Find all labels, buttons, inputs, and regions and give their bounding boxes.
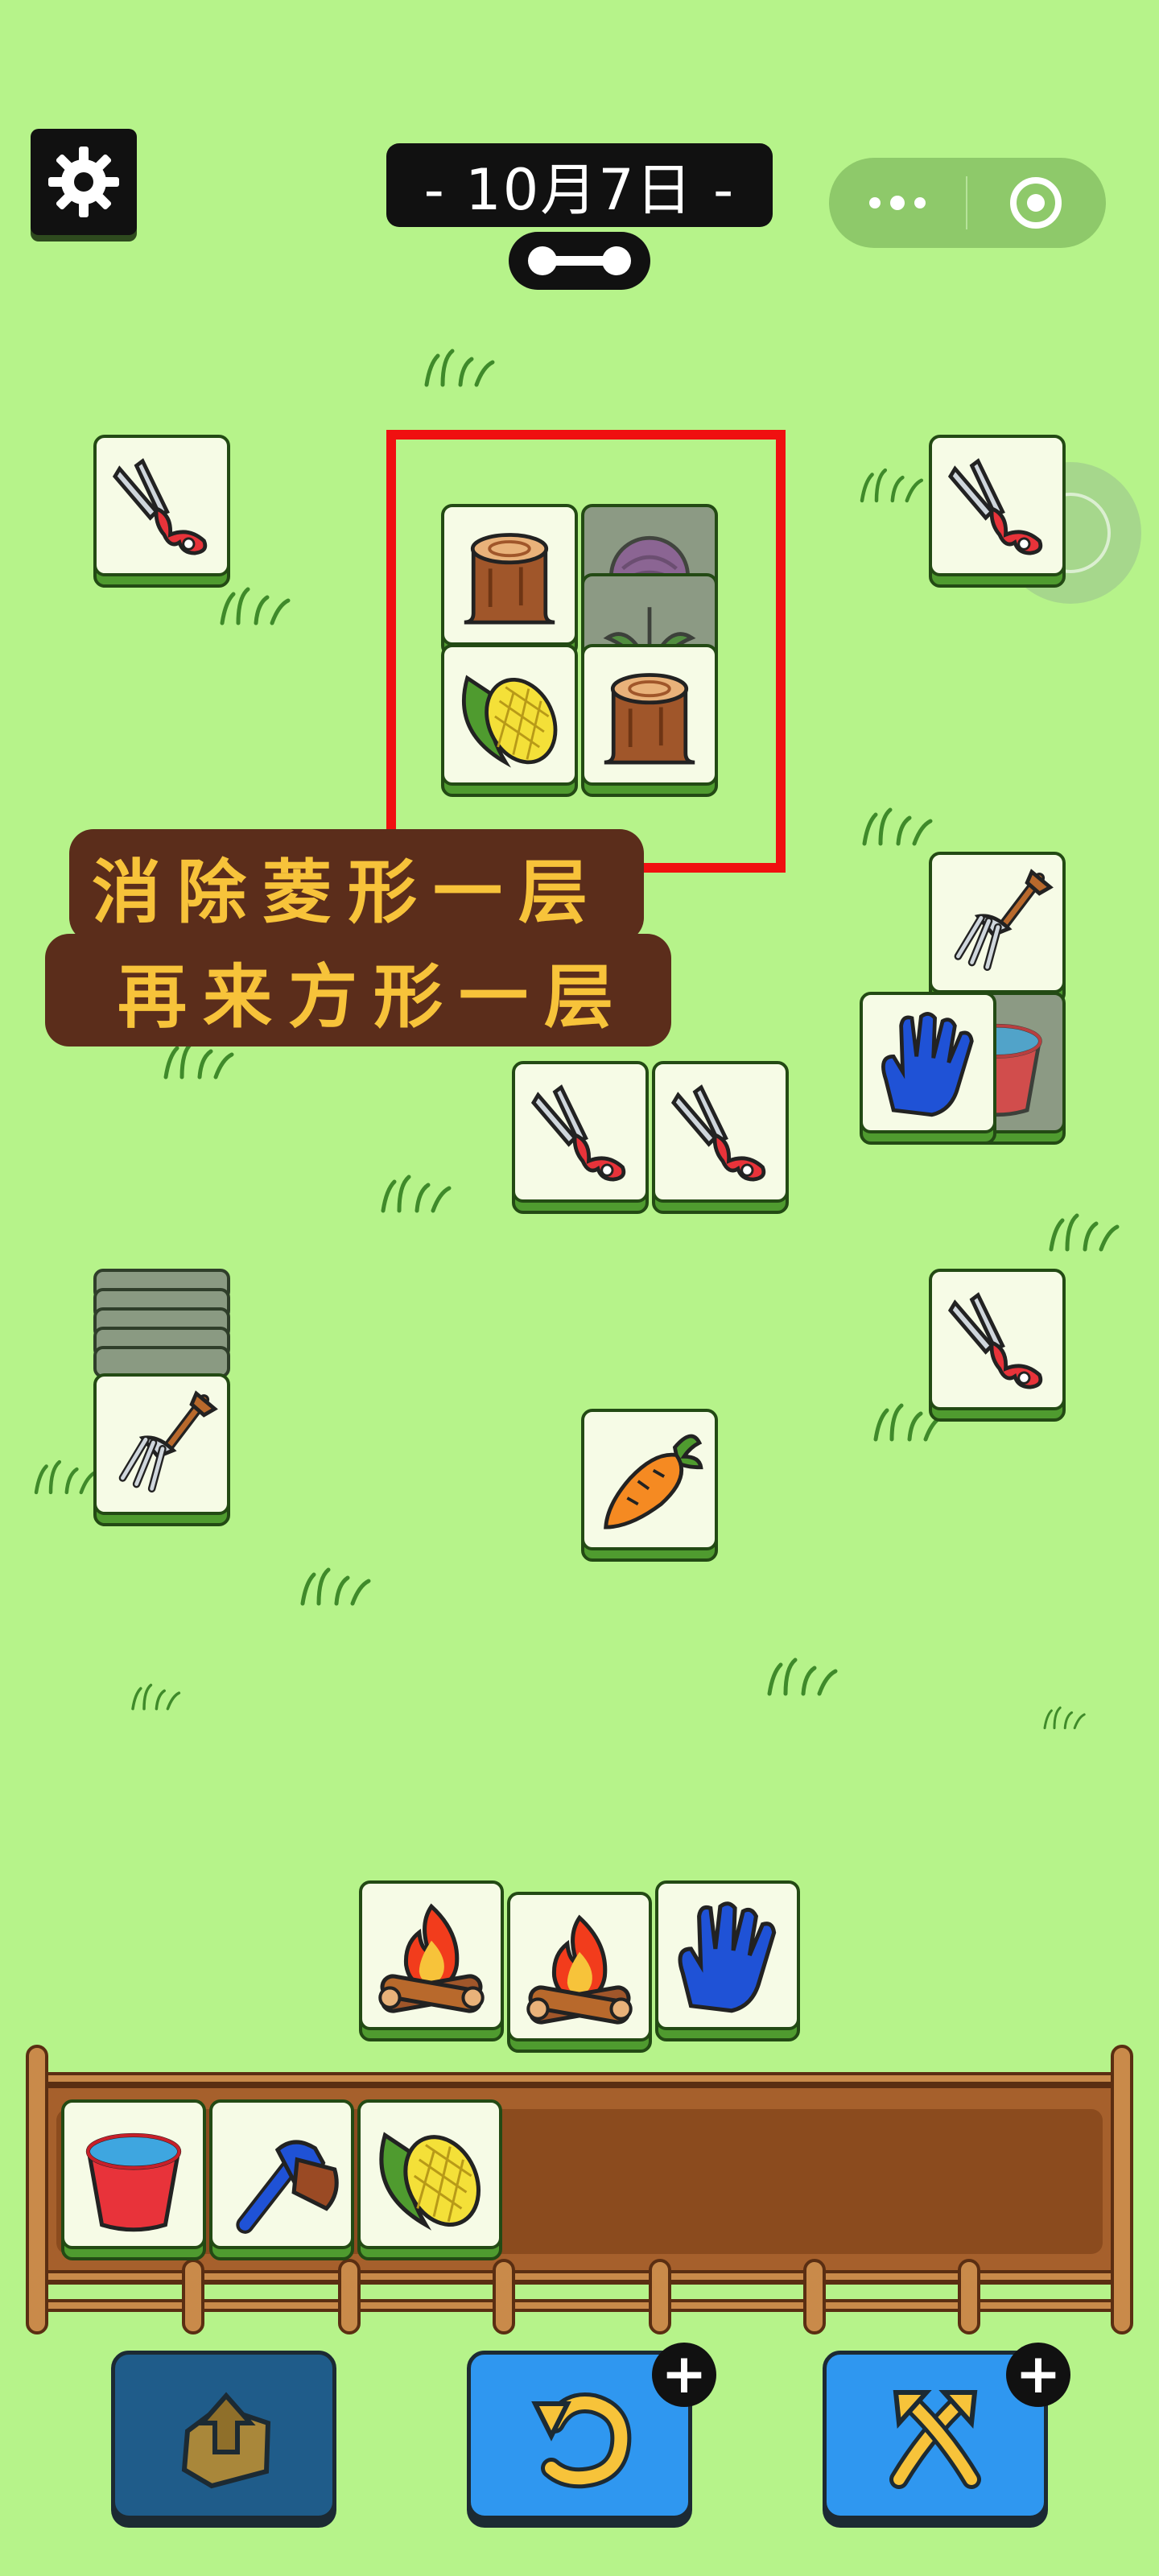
- caption-line-1: 消除菱形一层: [69, 829, 644, 942]
- board-tile-campfire[interactable]: [507, 1892, 652, 2053]
- rake-icon: [97, 1377, 227, 1512]
- close-button[interactable]: [967, 158, 1104, 248]
- more-dots-icon: [869, 196, 926, 210]
- target-circle-icon: [1010, 177, 1062, 229]
- caption-line-2: 再来方形一层: [45, 934, 671, 1046]
- corn-icon: [361, 2103, 499, 2246]
- tray-slot-bucket: [61, 2099, 206, 2260]
- highlight-box: [386, 430, 786, 873]
- shears-icon: [932, 1272, 1062, 1407]
- campfire-icon: [510, 1895, 649, 2038]
- settings-button[interactable]: [31, 129, 137, 235]
- grass-tuft-11: [761, 1655, 842, 1699]
- grass-tuft-4: [856, 805, 937, 848]
- campfire-icon: [362, 1884, 501, 2027]
- board-tile-glove[interactable]: [860, 992, 996, 1145]
- fence-post: [803, 2259, 826, 2334]
- move-out-icon: [181, 2392, 271, 2489]
- glove-icon: [863, 995, 993, 1130]
- brush-icon: [212, 2103, 351, 2246]
- fence-rail: [29, 2072, 1133, 2085]
- shuffle-plus-badge[interactable]: +: [1006, 2343, 1070, 2407]
- more-button[interactable]: [829, 158, 966, 248]
- carrot-icon: [584, 1412, 715, 1547]
- bucket-icon: [64, 2103, 203, 2246]
- fence-post: [338, 2259, 361, 2334]
- grass-tuft-10: [295, 1565, 375, 1608]
- shuffle-icon: [889, 2390, 981, 2489]
- rake-icon: [932, 855, 1062, 990]
- grass-tuft-13: [1040, 1694, 1088, 1742]
- level-progress-icon: [528, 246, 631, 275]
- grass-tuft-2: [214, 584, 295, 628]
- fence-post: [493, 2259, 515, 2334]
- grass-tuft-9: [29, 1457, 101, 1497]
- board-tile-shears[interactable]: [929, 1269, 1066, 1422]
- tray-slot-brush: [209, 2099, 354, 2260]
- shears-icon: [97, 438, 227, 573]
- grass-tuft-6: [375, 1172, 456, 1216]
- shears-icon: [655, 1064, 786, 1199]
- board-tile-carrot[interactable]: [581, 1409, 718, 1562]
- glove-icon: [658, 1884, 797, 2027]
- fence-post: [1111, 2045, 1133, 2334]
- board-tile-rake[interactable]: [929, 852, 1066, 1005]
- grass-tuft-7: [1043, 1211, 1124, 1254]
- shears-icon: [932, 438, 1062, 573]
- gear-icon: [48, 147, 119, 217]
- fence-post: [649, 2259, 671, 2334]
- board-tile-shears[interactable]: [512, 1061, 649, 1214]
- fence-post: [26, 2045, 48, 2334]
- grass-tuft-1: [419, 346, 499, 390]
- level-progress: [509, 232, 650, 290]
- grass-tuft-3: [855, 465, 927, 506]
- date-label: - 10月7日 -: [386, 143, 773, 227]
- board-tile-shears[interactable]: [929, 435, 1066, 588]
- undo-plus-badge[interactable]: +: [652, 2343, 716, 2407]
- fence-post: [182, 2259, 204, 2334]
- tray-slot-corn: [357, 2099, 502, 2260]
- board-tile-shears[interactable]: [93, 435, 230, 588]
- board-tile-shears[interactable]: [652, 1061, 789, 1214]
- move-out-button[interactable]: [111, 2351, 336, 2520]
- shears-icon: [515, 1064, 645, 1199]
- undo-icon: [531, 2392, 632, 2489]
- grass-tuft-12: [127, 1673, 184, 1721]
- board-tile-rake[interactable]: [93, 1373, 230, 1526]
- fence-post: [958, 2259, 980, 2334]
- board-tile-glove[interactable]: [655, 1880, 800, 2041]
- board-tile-campfire[interactable]: [359, 1880, 504, 2041]
- mini-program-capsule: [829, 158, 1106, 248]
